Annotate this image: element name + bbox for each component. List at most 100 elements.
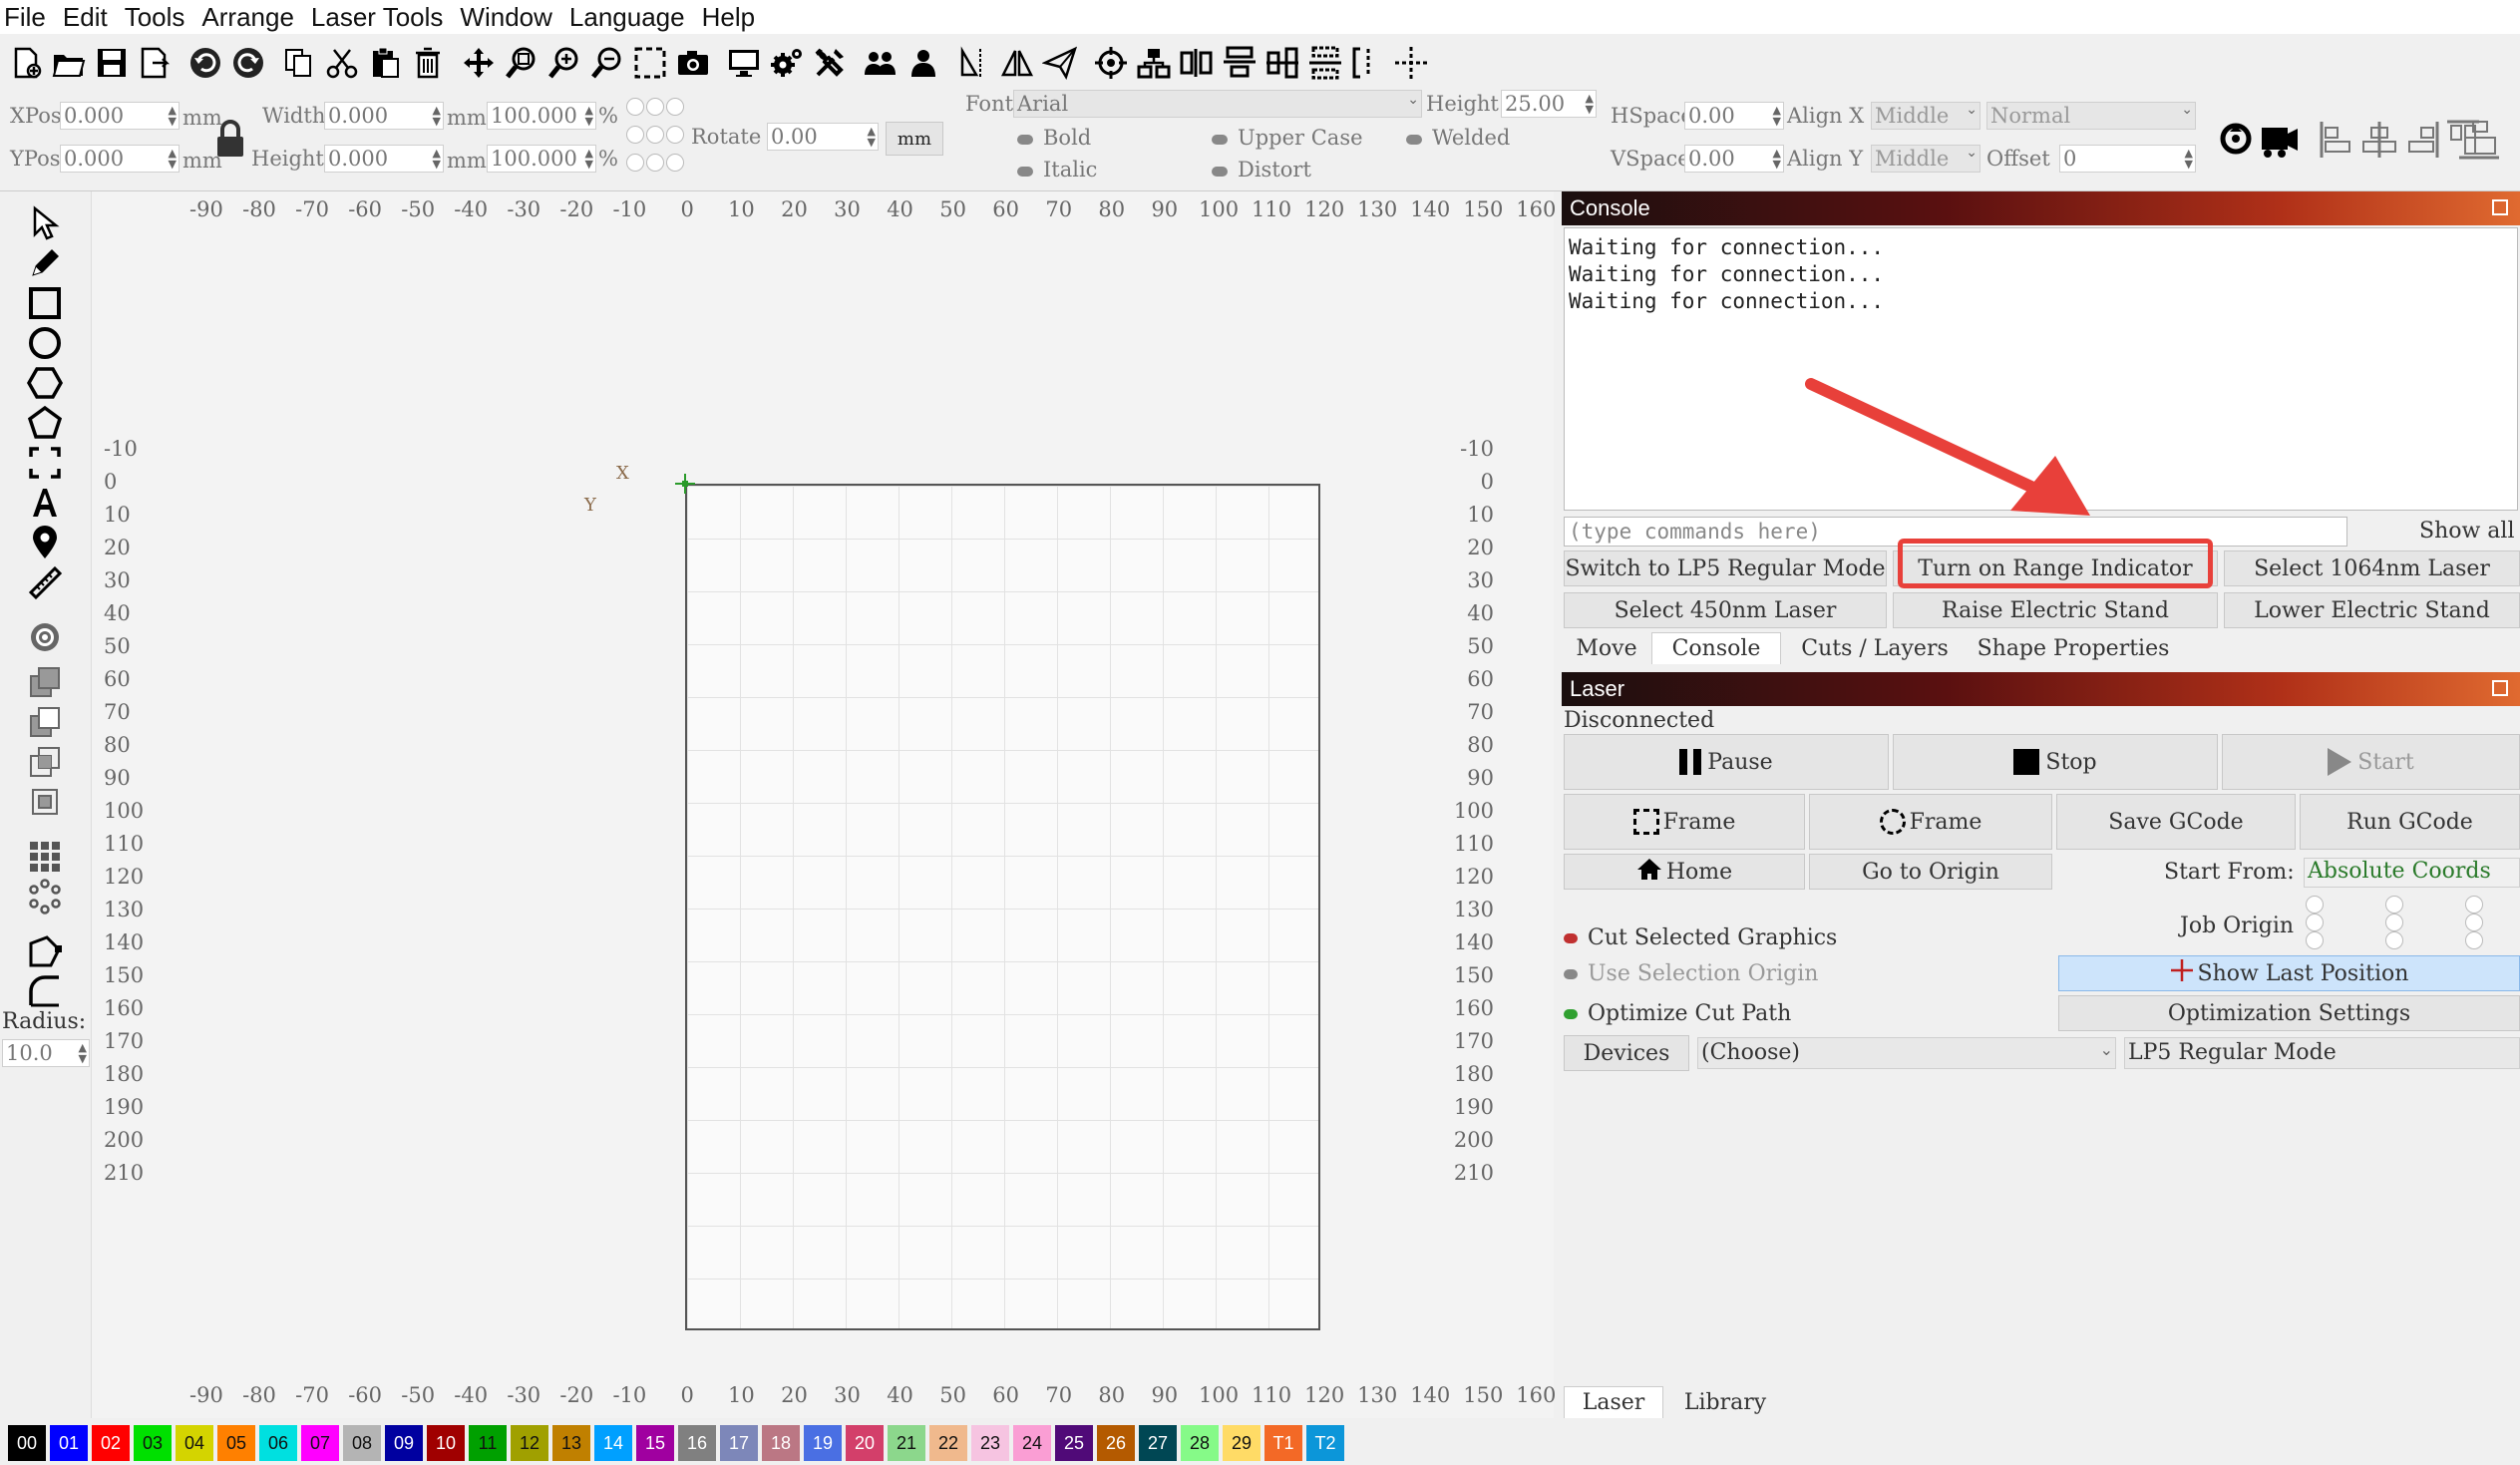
layer-color-swatch[interactable]: 09: [385, 1425, 423, 1461]
rectangle-tool-icon[interactable]: [22, 283, 68, 323]
pencil-icon[interactable]: [22, 243, 68, 283]
layer-color-swatch[interactable]: 01: [50, 1425, 88, 1461]
boolean-union-icon[interactable]: [22, 662, 68, 702]
align-bottom-icon[interactable]: [2451, 118, 2501, 162]
layer-color-swatch[interactable]: 07: [301, 1425, 339, 1461]
layer-color-swatch[interactable]: 23: [971, 1425, 1009, 1461]
undo-icon[interactable]: [185, 41, 225, 85]
polygon-tool-icon[interactable]: [22, 363, 68, 403]
distort-toggle[interactable]: Distort: [1212, 158, 1311, 182]
job-origin-row-3[interactable]: [2306, 931, 2483, 949]
menu-edit[interactable]: Edit: [63, 2, 108, 33]
radius-field[interactable]: 10.0 ▲ ▼: [2, 1039, 90, 1067]
layer-color-swatch[interactable]: 12: [511, 1425, 548, 1461]
design-canvas[interactable]: -90 -80 -70 -60 -50 -40 -30 -20 -10 0 10 20 30 40 50 60…: [92, 191, 1654, 1418]
go-to-origin-button[interactable]: Go to Origin: [1809, 854, 2052, 890]
work-area[interactable]: [685, 484, 1320, 1330]
node-edit-icon[interactable]: [22, 931, 68, 971]
distribute-v-icon[interactable]: [1305, 41, 1345, 85]
rotate-field[interactable]: 0.00 ▲ ▼: [767, 123, 879, 151]
menu-tools[interactable]: Tools: [125, 2, 185, 33]
laser-camera-icon[interactable]: [2258, 114, 2300, 164]
redo-icon[interactable]: [228, 41, 268, 85]
switch-lp5-button[interactable]: Switch to LP5 Regular Mode: [1564, 550, 1887, 586]
distribute-h-icon[interactable]: [1177, 41, 1217, 85]
layer-color-swatch[interactable]: 08: [343, 1425, 381, 1461]
scale-height-field[interactable]: 100.000 ▲ ▼: [487, 145, 596, 173]
tab-library[interactable]: Library: [1665, 1386, 1785, 1418]
anchor-row-2[interactable]: [626, 126, 684, 144]
stop-button[interactable]: Stop: [1893, 734, 2218, 790]
hspace-field[interactable]: 0.00 ▲ ▼: [1684, 102, 1784, 130]
layer-color-swatch[interactable]: 03: [134, 1425, 172, 1461]
align-right-icon[interactable]: [2401, 118, 2441, 162]
layer-color-swatch[interactable]: 22: [929, 1425, 967, 1461]
align-y-select[interactable]: Middle ⌄: [1871, 145, 1980, 173]
copy-icon[interactable]: [279, 41, 319, 85]
weld-icon[interactable]: [22, 782, 68, 822]
layer-color-swatch[interactable]: 02: [92, 1425, 130, 1461]
camera-icon[interactable]: [673, 41, 713, 85]
layer-color-swatch[interactable]: 27: [1139, 1425, 1177, 1461]
layer-color-swatch[interactable]: 29: [1223, 1425, 1260, 1461]
grid-array-icon[interactable]: [22, 837, 68, 877]
tab-shape-properties[interactable]: Shape Properties: [1969, 632, 2178, 664]
menu-help[interactable]: Help: [702, 2, 755, 33]
layer-color-swatch[interactable]: 05: [217, 1425, 255, 1461]
zoom-in-icon[interactable]: [544, 41, 584, 85]
layer-color-swatch[interactable]: 24: [1013, 1425, 1051, 1461]
open-folder-icon[interactable]: [49, 41, 89, 85]
menu-language[interactable]: Language: [569, 2, 685, 33]
move-icon[interactable]: [459, 41, 499, 85]
italic-toggle[interactable]: Italic: [1017, 158, 1097, 182]
start-from-select[interactable]: Absolute Coords: [2304, 858, 2520, 888]
layer-color-swatch[interactable]: 04: [176, 1425, 213, 1461]
select-450nm-button[interactable]: Select 450nm Laser: [1564, 592, 1887, 628]
offset-tool-icon[interactable]: [22, 617, 68, 657]
cut-selected-toggle[interactable]: Cut Selected Graphics: [1564, 925, 1837, 950]
mirror-vertical-icon[interactable]: [997, 41, 1037, 85]
tab-laser[interactable]: Laser: [1564, 1386, 1663, 1418]
new-file-icon[interactable]: [6, 41, 46, 85]
show-last-position-button[interactable]: Show Last Position: [2058, 955, 2520, 991]
align-vertical-icon[interactable]: [1220, 41, 1260, 85]
lock-ratio-icon[interactable]: [213, 117, 247, 161]
ellipse-tool-icon[interactable]: [22, 323, 68, 363]
tab-console[interactable]: Console: [1651, 632, 1781, 664]
send-icon[interactable]: [1040, 41, 1080, 85]
layer-color-swatch[interactable]: 18: [762, 1425, 800, 1461]
menu-window[interactable]: Window: [460, 2, 551, 33]
tools-icon[interactable]: [810, 41, 850, 85]
vspace-field[interactable]: 0.00 ▲ ▼: [1684, 145, 1784, 173]
welded-toggle[interactable]: Welded: [1406, 126, 1510, 150]
align-center-icon[interactable]: [1262, 41, 1302, 85]
menu-laser-tools[interactable]: Laser Tools: [311, 2, 444, 33]
ungroup-icon[interactable]: [903, 41, 943, 85]
circular-array-icon[interactable]: [22, 877, 68, 916]
optimize-path-toggle[interactable]: Optimize Cut Path: [1564, 1001, 1791, 1026]
show-all-link[interactable]: Show all: [2419, 519, 2515, 544]
upper-case-toggle[interactable]: Upper Case: [1212, 126, 1363, 150]
font-select[interactable]: Arial ⌄: [1013, 90, 1422, 118]
boolean-intersect-icon[interactable]: [22, 742, 68, 782]
layer-color-swatch[interactable]: T1: [1264, 1425, 1302, 1461]
zoom-fit-icon[interactable]: [502, 41, 541, 85]
optimization-settings-button[interactable]: Optimization Settings: [2058, 995, 2520, 1031]
use-selection-origin-toggle[interactable]: Use Selection Origin: [1564, 961, 1818, 986]
layer-color-swatch[interactable]: 15: [636, 1425, 674, 1461]
laser-dock-icon[interactable]: [2492, 680, 2508, 696]
start-button[interactable]: Start: [2222, 734, 2520, 790]
paste-icon[interactable]: [365, 41, 405, 85]
lower-stand-button[interactable]: Lower Electric Stand: [2224, 592, 2520, 628]
frame-circle-button[interactable]: Frame: [1809, 794, 2052, 850]
select-1064nm-button[interactable]: Select 1064nm Laser: [2224, 550, 2520, 586]
tab-cuts-layers[interactable]: Cuts / Layers: [1783, 632, 1967, 664]
console-dock-icon[interactable]: [2492, 199, 2508, 215]
align-left-icon[interactable]: [2318, 118, 2357, 162]
tab-move[interactable]: Move: [1564, 632, 1649, 664]
layer-color-swatch[interactable]: 00: [8, 1425, 46, 1461]
text-mode-select[interactable]: Normal ⌄: [1986, 102, 2196, 130]
layer-color-swatch[interactable]: 06: [259, 1425, 297, 1461]
cut-icon[interactable]: [322, 41, 362, 85]
unit-toggle-button[interactable]: mm: [886, 122, 943, 156]
